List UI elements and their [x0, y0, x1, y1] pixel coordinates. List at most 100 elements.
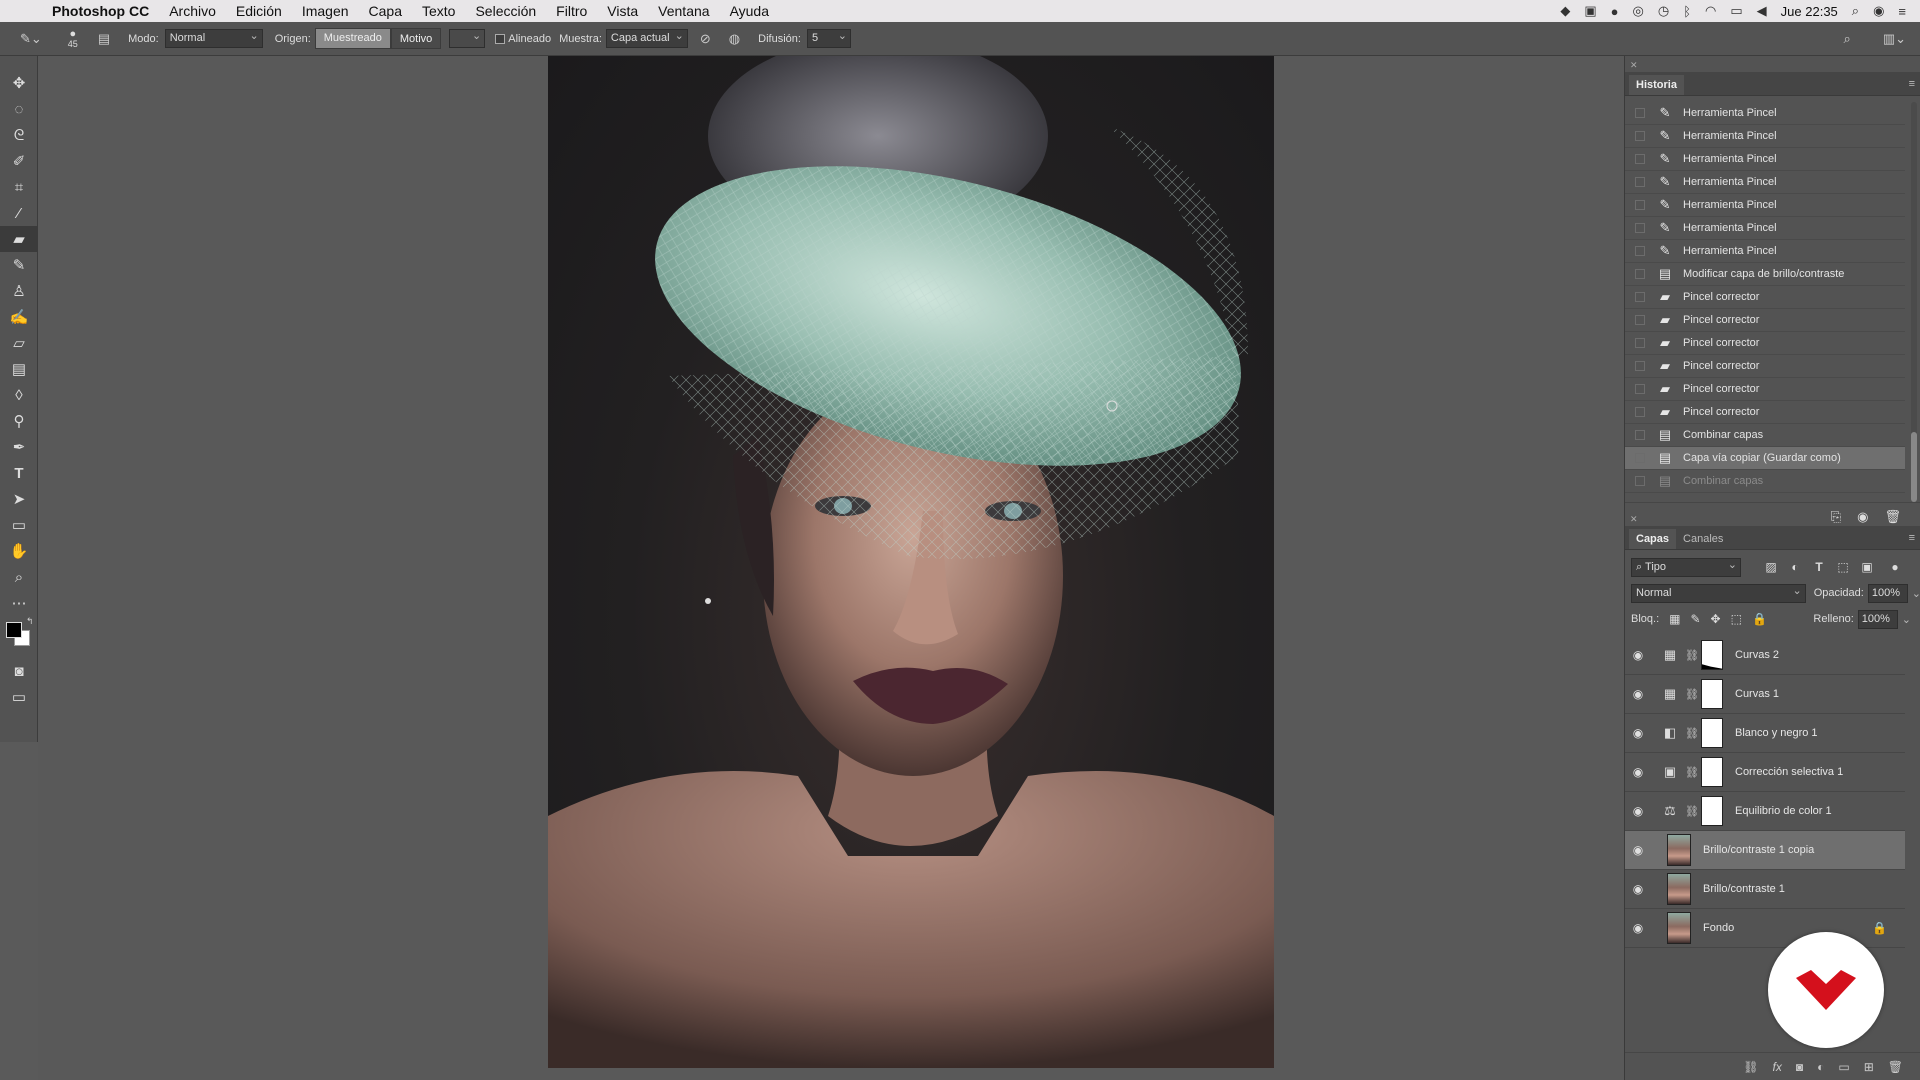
- lasso-tool-icon[interactable]: ᘓ: [0, 122, 38, 148]
- tab-history[interactable]: Historia: [1629, 75, 1684, 95]
- brush-tool-icon[interactable]: ✎: [0, 252, 38, 278]
- layer-mask-thumbnail[interactable]: [1701, 640, 1723, 670]
- layer-name[interactable]: Blanco y negro 1: [1735, 727, 1818, 739]
- history-state[interactable]: ▤ Combinar capas: [1625, 424, 1905, 447]
- history-state[interactable]: ✎ Herramienta Pincel: [1625, 102, 1905, 125]
- layer-mask-thumbnail[interactable]: [1701, 796, 1723, 826]
- healing-brush-tool-preset-icon[interactable]: ✎⌄: [20, 31, 42, 47]
- eye-visibility-icon[interactable]: ◉: [1625, 804, 1651, 818]
- lock-all-icon[interactable]: 🔒: [1752, 612, 1767, 626]
- blur-tool-icon[interactable]: ◊: [0, 382, 38, 408]
- layer-name[interactable]: Brillo/contraste 1 copia: [1703, 844, 1814, 856]
- chevron-down-icon[interactable]: ⌄: [1912, 587, 1920, 600]
- eye-visibility-icon[interactable]: ◉: [1625, 687, 1651, 701]
- delete-layer-icon[interactable]: 🗑: [1888, 1060, 1903, 1074]
- workspace-switcher-icon[interactable]: ▥⌄: [1883, 31, 1906, 47]
- layer-row[interactable]: ◉ Fondo 🔒: [1625, 909, 1905, 948]
- layer-row[interactable]: ◉ ▣ ⛓ Corrección selectiva 1: [1625, 753, 1905, 792]
- layer-name[interactable]: Fondo: [1703, 922, 1734, 934]
- zoom-tool-icon[interactable]: ⌕: [0, 564, 38, 590]
- chain-link-icon[interactable]: ⛓: [1685, 805, 1699, 818]
- layer-thumbnail[interactable]: [1667, 834, 1691, 866]
- layer-name[interactable]: Corrección selectiva 1: [1735, 766, 1843, 778]
- layer-name[interactable]: Curvas 1: [1735, 688, 1779, 700]
- quick-mask-icon[interactable]: ◙: [0, 658, 38, 684]
- crop-tool-icon[interactable]: ⌗: [0, 174, 38, 200]
- history-state[interactable]: ✎ Herramienta Pincel: [1625, 171, 1905, 194]
- layer-row[interactable]: ◉ ◧ ⛓ Blanco y negro 1: [1625, 714, 1905, 753]
- close-panel-icon[interactable]: ✕: [1630, 514, 1638, 525]
- history-source-checkbox[interactable]: [1635, 292, 1645, 302]
- kind-filter-select[interactable]: ⌕ Tipo: [1631, 557, 1741, 577]
- add-mask-icon[interactable]: ◙: [1796, 1060, 1803, 1074]
- chain-link-icon[interactable]: ⛓: [1685, 766, 1699, 779]
- brush-picker[interactable]: ● 45: [68, 28, 78, 49]
- document-canvas[interactable]: [38, 56, 1624, 1080]
- type-filter-icon[interactable]: T: [1811, 560, 1827, 574]
- history-scrollbar[interactable]: [1911, 102, 1917, 502]
- history-state[interactable]: ▰ Pincel corrector: [1625, 401, 1905, 424]
- history-source-checkbox[interactable]: [1635, 269, 1645, 279]
- layer-row[interactable]: ◉ ⚖ ⛓ Equilibrio de color 1: [1625, 792, 1905, 831]
- menu-capa[interactable]: Capa: [369, 3, 402, 19]
- dodge-tool-icon[interactable]: ⚲: [0, 408, 38, 434]
- eye-visibility-icon[interactable]: ◉: [1625, 843, 1651, 857]
- layer-thumbnail[interactable]: [1667, 873, 1691, 905]
- layer-mask-thumbnail[interactable]: [1701, 757, 1723, 787]
- layer-name[interactable]: Curvas 2: [1735, 649, 1779, 661]
- smart-object-filter-icon[interactable]: ▣: [1859, 560, 1875, 574]
- menu-filtro[interactable]: Filtro: [556, 3, 587, 19]
- tab-layers[interactable]: Capas: [1629, 529, 1677, 549]
- link-layers-icon[interactable]: ⛓: [1743, 1060, 1758, 1074]
- lock-image-pixels-icon[interactable]: ✎: [1690, 612, 1700, 626]
- layer-mask-thumbnail[interactable]: [1701, 718, 1723, 748]
- history-source-checkbox[interactable]: [1635, 476, 1645, 486]
- history-source-checkbox[interactable]: [1635, 453, 1645, 463]
- chain-link-icon[interactable]: ⛓: [1685, 688, 1699, 701]
- history-state[interactable]: ▤ Modificar capa de brillo/contraste: [1625, 263, 1905, 286]
- clone-stamp-tool-icon[interactable]: ♙: [0, 278, 38, 304]
- source-pattern-button[interactable]: Motivo: [390, 28, 442, 49]
- history-state[interactable]: ▰ Pincel corrector: [1625, 286, 1905, 309]
- history-brush-tool-icon[interactable]: ✍: [0, 304, 38, 330]
- clock[interactable]: Jue 22:35: [1781, 4, 1838, 19]
- aligned-checkbox[interactable]: Alineado: [495, 33, 551, 45]
- toolbar-grip[interactable]: [0, 56, 37, 70]
- lock-transparent-pixels-icon[interactable]: ▦: [1669, 612, 1680, 626]
- history-source-checkbox[interactable]: [1635, 131, 1645, 141]
- notification-center-icon[interactable]: ≡: [1898, 4, 1906, 19]
- menu-imagen[interactable]: Imagen: [302, 3, 349, 19]
- pixel-filter-icon[interactable]: ▨: [1763, 560, 1779, 574]
- menu-seleccion[interactable]: Selección: [475, 3, 536, 19]
- hand-tool-icon[interactable]: ✋: [0, 538, 38, 564]
- menu-archivo[interactable]: Archivo: [169, 3, 216, 19]
- time-machine-icon[interactable]: ◷: [1658, 3, 1669, 19]
- eye-visibility-icon[interactable]: ◉: [1625, 726, 1651, 740]
- eye-visibility-icon[interactable]: ◉: [1625, 882, 1651, 896]
- new-layer-icon[interactable]: ⊞: [1864, 1060, 1874, 1074]
- history-source-checkbox[interactable]: [1635, 407, 1645, 417]
- volume-icon[interactable]: ◀: [1757, 3, 1767, 19]
- dropbox-icon[interactable]: ◆: [1560, 3, 1570, 19]
- layer-name[interactable]: Brillo/contraste 1: [1703, 883, 1785, 895]
- layer-thumbnail[interactable]: [1667, 912, 1691, 944]
- new-group-icon[interactable]: ▭: [1838, 1060, 1849, 1074]
- history-source-checkbox[interactable]: [1635, 246, 1645, 256]
- quick-selection-tool-icon[interactable]: ✐: [0, 148, 38, 174]
- history-state[interactable]: ▤ Capa vía copiar (Guardar como): [1625, 447, 1905, 470]
- panel-menu-icon[interactable]: ≡: [1909, 78, 1915, 90]
- rectangle-tool-icon[interactable]: ▭: [0, 512, 38, 538]
- history-state[interactable]: ✎ Herramienta Pincel: [1625, 217, 1905, 240]
- history-source-checkbox[interactable]: [1635, 177, 1645, 187]
- menu-ayuda[interactable]: Ayuda: [730, 3, 769, 19]
- history-state[interactable]: ▰ Pincel corrector: [1625, 309, 1905, 332]
- chevron-down-icon[interactable]: ⌄: [1902, 613, 1911, 626]
- menu-app[interactable]: Photoshop CC: [52, 3, 149, 19]
- layer-mask-thumbnail[interactable]: [1701, 679, 1723, 709]
- layer-row[interactable]: ◉ ▦ ⛓ Curvas 2: [1625, 636, 1905, 675]
- layer-row[interactable]: ◉ Brillo/contraste 1: [1625, 870, 1905, 909]
- panel-menu-icon[interactable]: ≡: [1909, 532, 1915, 544]
- chain-link-icon[interactable]: ⛓: [1685, 649, 1699, 662]
- history-state[interactable]: ▰ Pincel corrector: [1625, 355, 1905, 378]
- eyedropper-tool-icon[interactable]: ⁄: [0, 200, 38, 226]
